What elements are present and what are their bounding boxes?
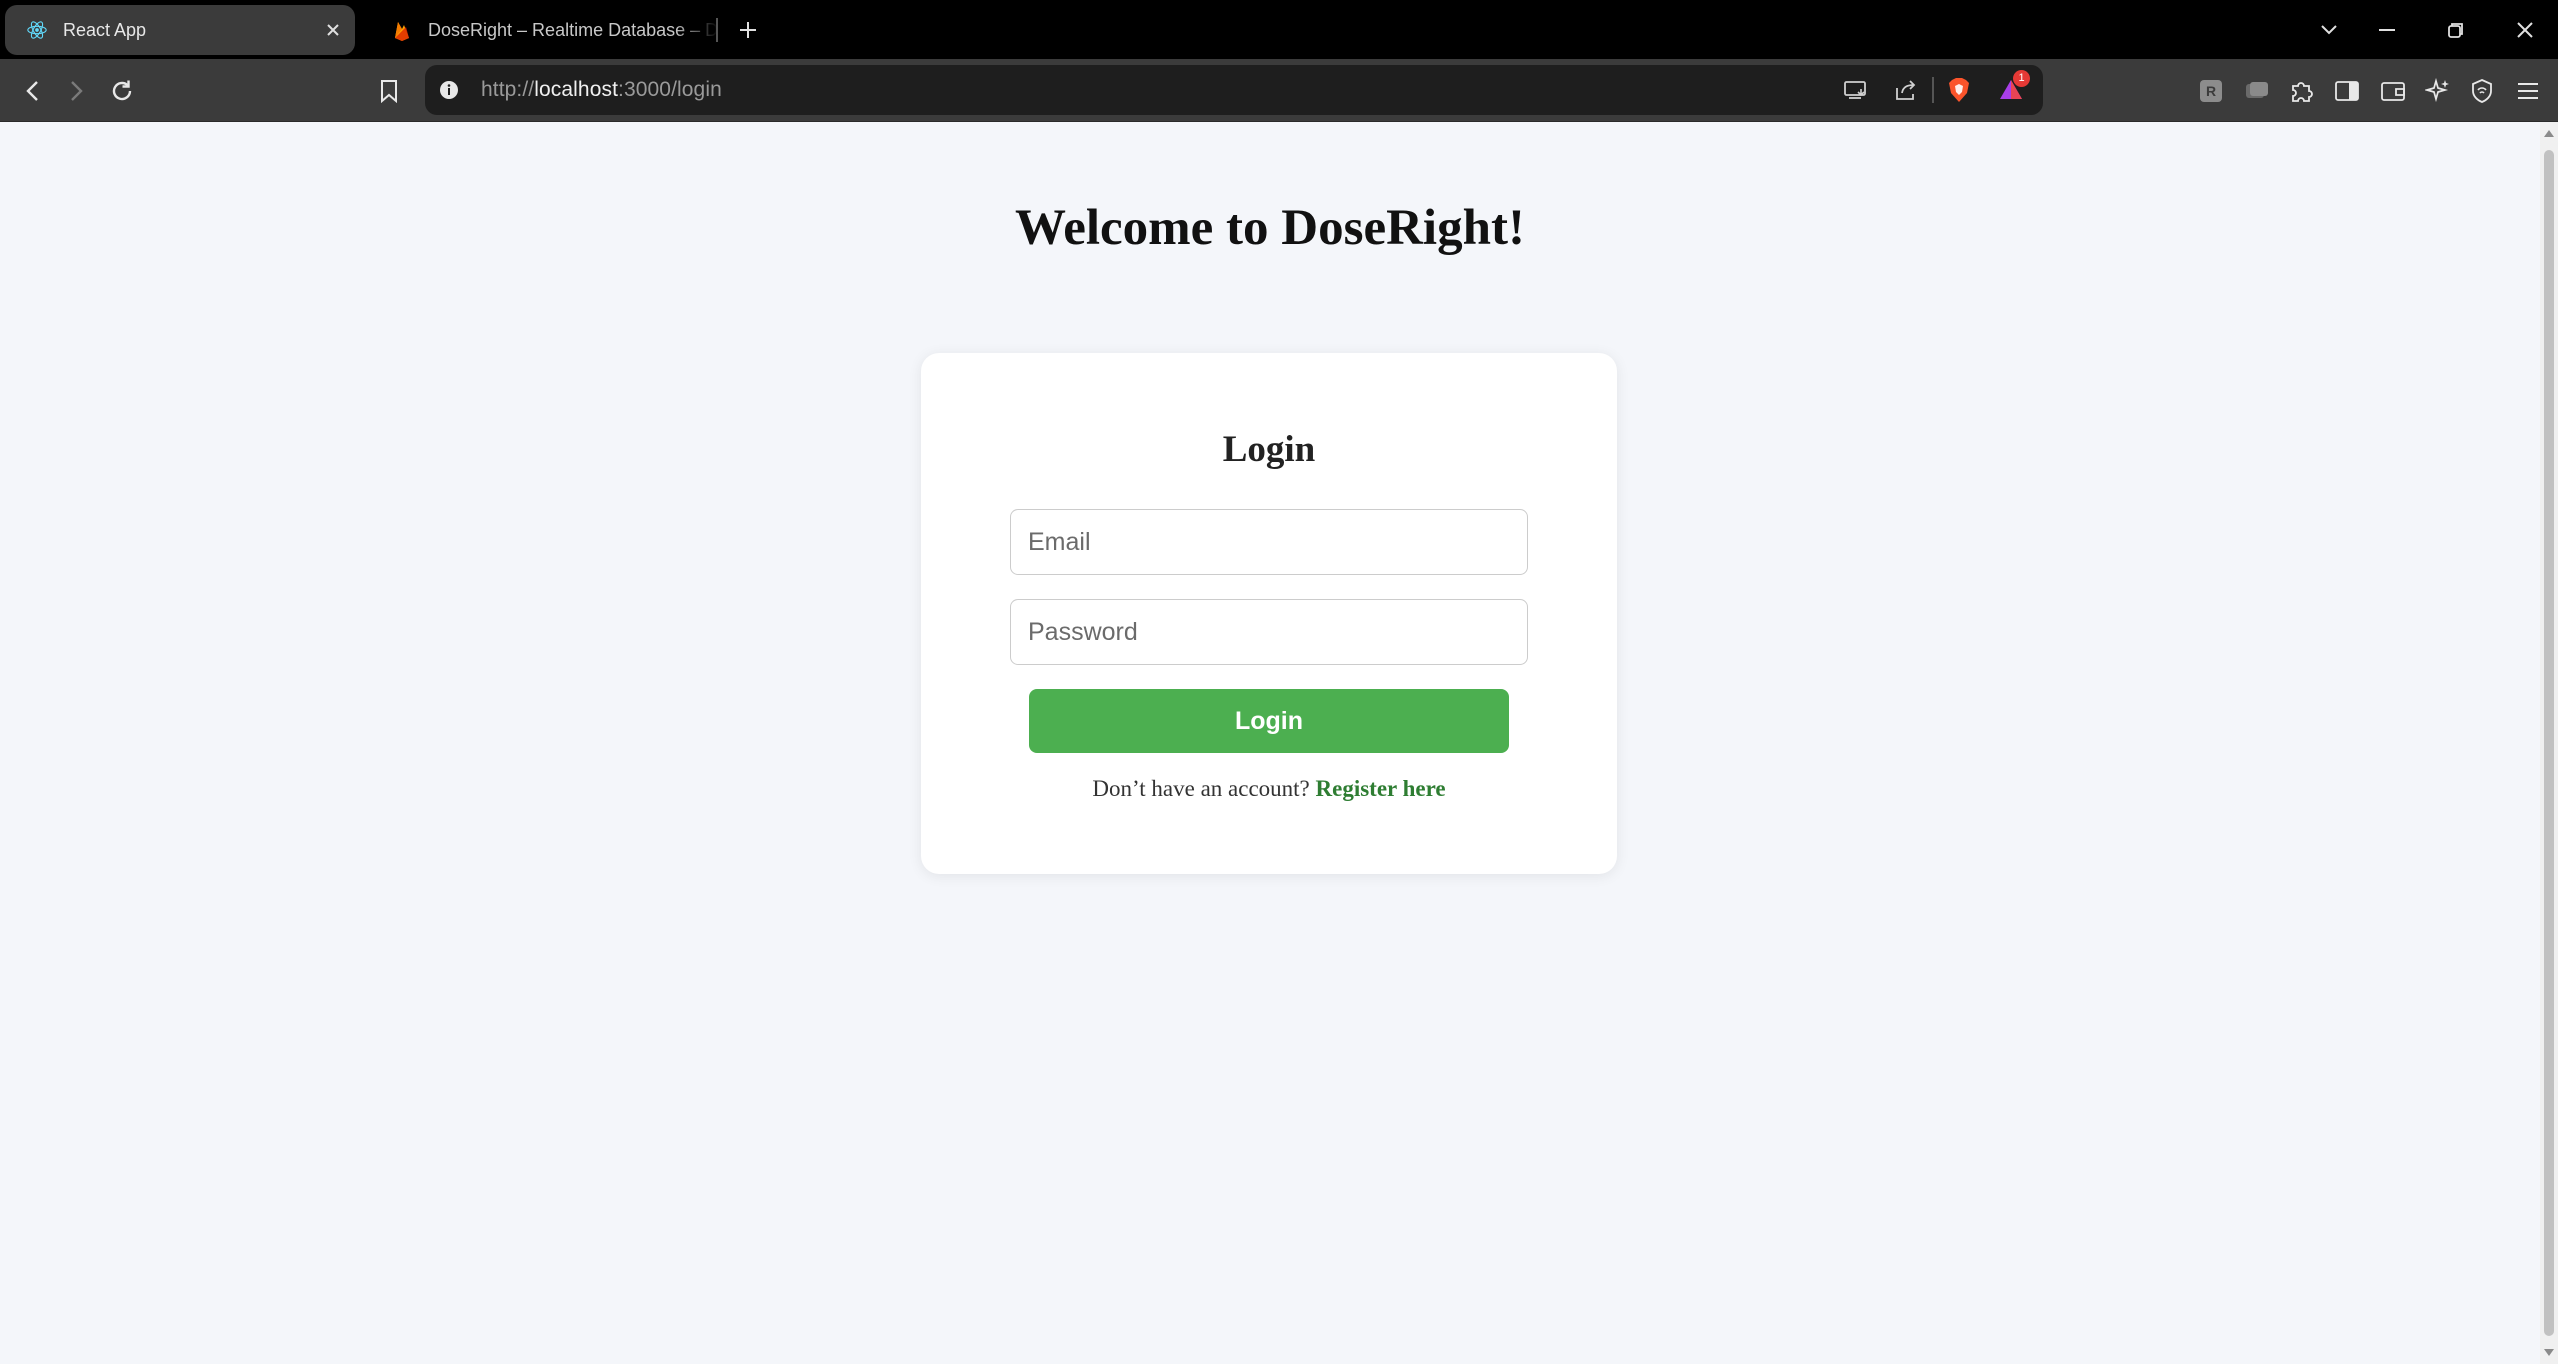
close-tab-icon[interactable] (321, 18, 345, 42)
back-icon[interactable] (15, 73, 51, 109)
scrollbar-thumb[interactable] (2544, 150, 2554, 1336)
menu-icon[interactable] (2510, 73, 2546, 109)
new-tab-icon[interactable] (733, 15, 763, 45)
cast-icon[interactable] (1840, 74, 1872, 106)
brave-shields-icon[interactable] (1943, 74, 1975, 106)
close-window-icon[interactable] (2509, 14, 2541, 46)
svg-text:R: R (2206, 83, 2216, 99)
restore-icon[interactable] (2440, 14, 2472, 46)
page-title: Welcome to DoseRight! (1015, 200, 1525, 256)
forward-icon[interactable] (58, 73, 94, 109)
login-card: Login Login Don’t have an account? Regis… (921, 353, 1617, 874)
vpn-shield-icon[interactable] (2464, 73, 2500, 109)
register-prompt: Don’t have an account? Register here (921, 776, 1617, 802)
register-link[interactable]: Register here (1316, 776, 1446, 801)
register-prompt-text: Don’t have an account? (1092, 776, 1316, 801)
email-field[interactable] (1010, 509, 1528, 575)
tab-divider (716, 18, 718, 42)
tab-title: React App (63, 19, 147, 40)
extension-dark-icon[interactable] (2239, 73, 2275, 109)
address-bar[interactable]: http://localhost:3000/login 1 (425, 65, 2043, 115)
notification-badge: 1 (2013, 70, 2030, 87)
login-button[interactable]: Login (1029, 689, 1509, 753)
page-viewport: Welcome to DoseRight! Login Login Don’t … (0, 122, 2540, 1364)
tab-search-chevron-icon[interactable] (2313, 14, 2345, 46)
url-text[interactable]: http://localhost:3000/login (481, 78, 722, 102)
brave-rewards-icon[interactable]: 1 (1995, 70, 2030, 106)
tab-react-app[interactable]: React App (5, 5, 355, 55)
scroll-up-arrow-icon[interactable] (2543, 128, 2555, 138)
tab-strip: React App DoseRight – Realtime Database … (0, 0, 2558, 59)
login-heading: Login (1222, 429, 1316, 470)
browser-toolbar: http://localhost:3000/login 1 R (0, 59, 2558, 122)
firebase-icon (388, 16, 416, 44)
extensions-puzzle-icon[interactable] (2284, 73, 2320, 109)
tab-firebase[interactable]: DoseRight – Realtime Database – D (370, 5, 720, 55)
password-field[interactable] (1010, 599, 1528, 665)
extension-r-icon[interactable]: R (2193, 73, 2229, 109)
scroll-down-arrow-icon[interactable] (2543, 1348, 2555, 1358)
minimize-icon[interactable] (2371, 14, 2403, 46)
url-divider (1932, 77, 1934, 103)
wallet-icon[interactable] (2375, 73, 2411, 109)
tab-title: DoseRight – Realtime Database – D (428, 19, 718, 40)
share-icon[interactable] (1890, 74, 1922, 106)
site-info-icon[interactable] (433, 74, 465, 106)
react-icon (23, 16, 51, 44)
bookmark-icon[interactable] (371, 73, 407, 109)
reload-icon[interactable] (104, 73, 140, 109)
vertical-scrollbar[interactable] (2540, 122, 2558, 1364)
sidebar-toggle-icon[interactable] (2329, 73, 2365, 109)
leo-ai-icon[interactable] (2420, 73, 2456, 109)
